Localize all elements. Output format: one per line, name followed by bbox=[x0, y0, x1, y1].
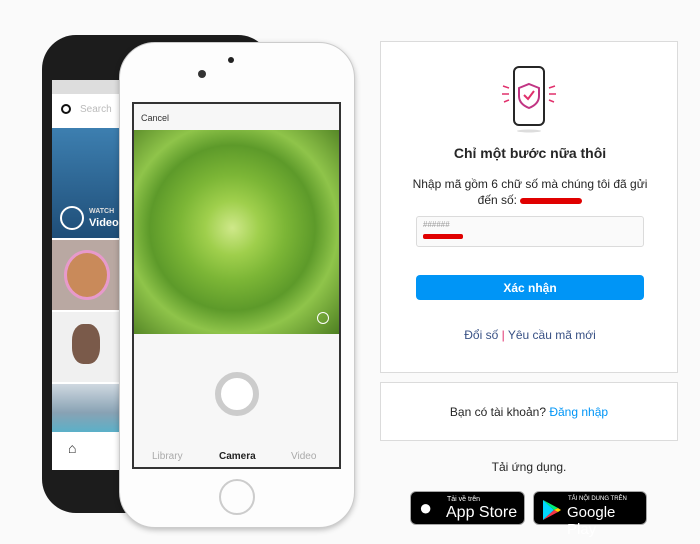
phone-shield-icon bbox=[502, 66, 556, 133]
home-button bbox=[219, 479, 255, 515]
request-new-code-link[interactable]: Yêu cầu mã mới bbox=[508, 328, 596, 342]
instruction-text: Nhập mã gồm 6 chữ số mà chúng tôi đã gửi… bbox=[381, 176, 679, 208]
confirm-button[interactable]: Xác nhận bbox=[416, 275, 644, 300]
camera-screen: Cancel Library Camera Video bbox=[132, 102, 341, 469]
video-label: Video bbox=[89, 217, 119, 229]
google-play-small-text: TẢI NỘI DUNG TRÊN bbox=[568, 496, 627, 502]
speaker bbox=[228, 57, 234, 63]
code-input[interactable]: ###### bbox=[416, 216, 644, 247]
search-icon bbox=[61, 104, 71, 114]
links-row: Đổi số | Yêu cầu mã mới bbox=[381, 328, 679, 342]
succulent-photo bbox=[134, 130, 339, 334]
apple-icon: ● bbox=[419, 495, 433, 520]
home-icon[interactable]: ⌂ bbox=[68, 440, 76, 456]
app-store-big-text: App Store bbox=[446, 504, 518, 521]
tab-library[interactable]: Library bbox=[152, 451, 183, 462]
shutter-button[interactable] bbox=[215, 372, 259, 416]
login-link[interactable]: Đăng nhập bbox=[549, 405, 608, 419]
watch-label: WATCH bbox=[89, 208, 115, 215]
instruction-line2: đến số: bbox=[381, 192, 679, 208]
search-placeholder: Search bbox=[80, 104, 112, 115]
play-icon bbox=[60, 206, 84, 230]
google-play-big-text: Google Play bbox=[567, 504, 616, 538]
tab-video[interactable]: Video bbox=[291, 451, 316, 462]
cancel-button[interactable]: Cancel bbox=[141, 113, 169, 123]
flash-icon[interactable] bbox=[317, 312, 329, 324]
app-store-small-text: Tải về trên bbox=[447, 496, 481, 503]
verification-card: Chỉ một bước nữa thôi Nhập mã gồm 6 chữ … bbox=[380, 41, 678, 373]
code-placeholder: ###### bbox=[423, 220, 450, 229]
separator: | bbox=[501, 328, 505, 342]
change-number-link[interactable]: Đổi số bbox=[464, 328, 498, 342]
instruction-line1: Nhập mã gồm 6 chữ số mà chúng tôi đã gửi bbox=[412, 177, 648, 191]
camera-dot bbox=[198, 70, 206, 78]
download-label: Tải ứng dụng. bbox=[491, 460, 567, 474]
page-title: Chỉ một bước nữa thôi bbox=[453, 145, 607, 161]
google-play-badge[interactable]: TẢI NỘI DUNG TRÊN Google Play bbox=[533, 491, 647, 538]
redacted-code bbox=[423, 234, 463, 239]
login-card: Bạn có tài khoản? Đăng nhập bbox=[380, 382, 678, 441]
google-play-icon bbox=[543, 500, 561, 520]
login-prompt: Bạn có tài khoản? bbox=[449, 404, 546, 419]
tab-camera[interactable]: Camera bbox=[219, 451, 256, 462]
app-store-badge[interactable]: ● Tải về trên App Store bbox=[410, 491, 525, 525]
redacted-phone bbox=[520, 197, 583, 204]
